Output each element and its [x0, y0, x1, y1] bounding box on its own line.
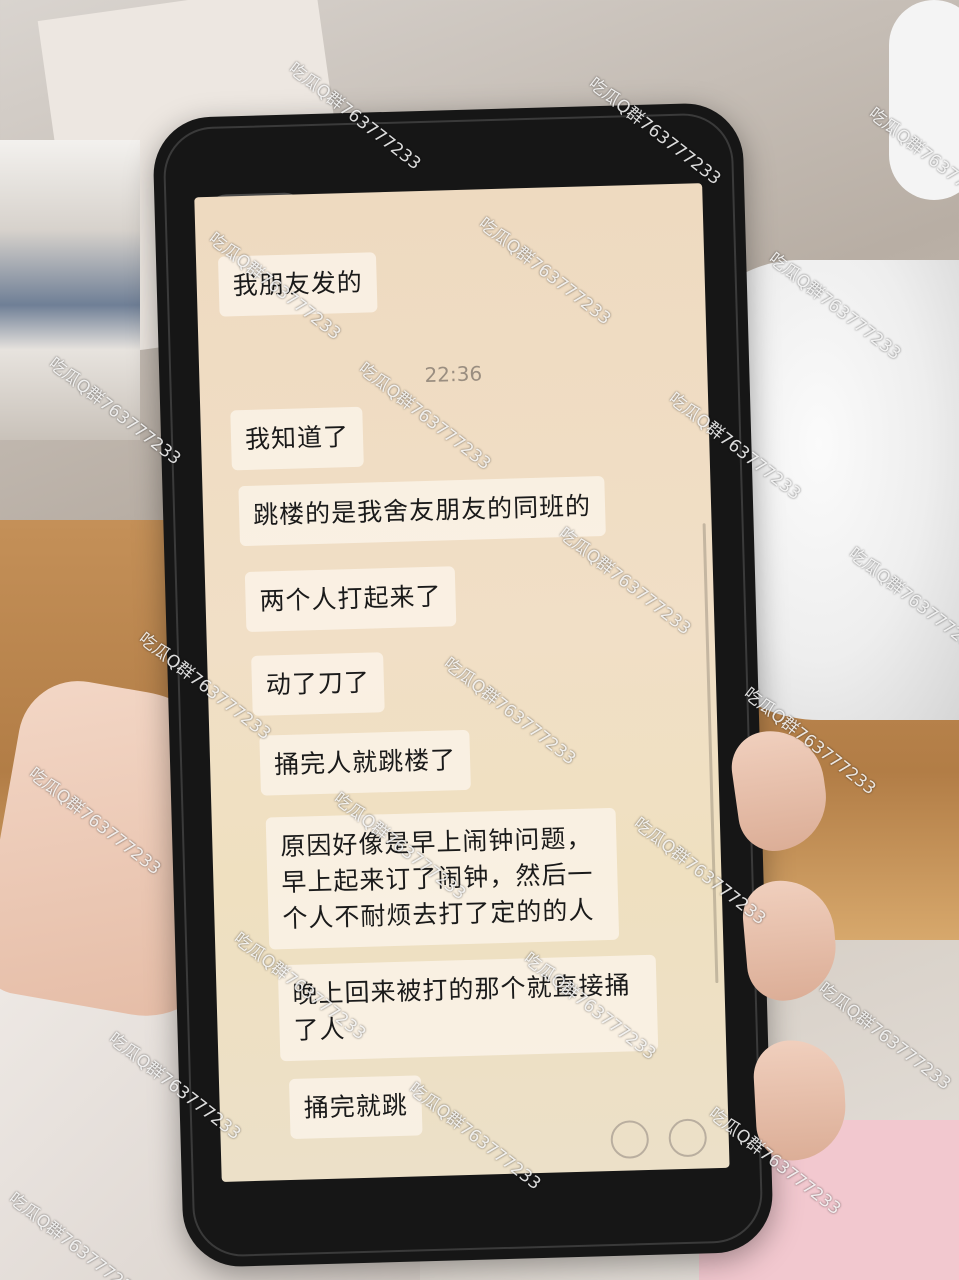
chat-message[interactable]: 捅完人就跳楼了: [259, 729, 471, 796]
chat-message[interactable]: 两个人打起来了: [244, 566, 457, 633]
chat-message[interactable]: 我知道了: [230, 406, 364, 471]
background-books: [0, 140, 140, 440]
circle-button-icon[interactable]: [668, 1118, 708, 1158]
chat-message[interactable]: 动了刀了: [251, 652, 385, 716]
chat-timestamp: 22:36: [424, 361, 483, 387]
chat-message[interactable]: 跳楼的是我舍友朋友的同班的: [238, 475, 606, 547]
circle-button-icon[interactable]: [610, 1119, 650, 1160]
chat-message[interactable]: 捅完就跳: [288, 1075, 423, 1139]
